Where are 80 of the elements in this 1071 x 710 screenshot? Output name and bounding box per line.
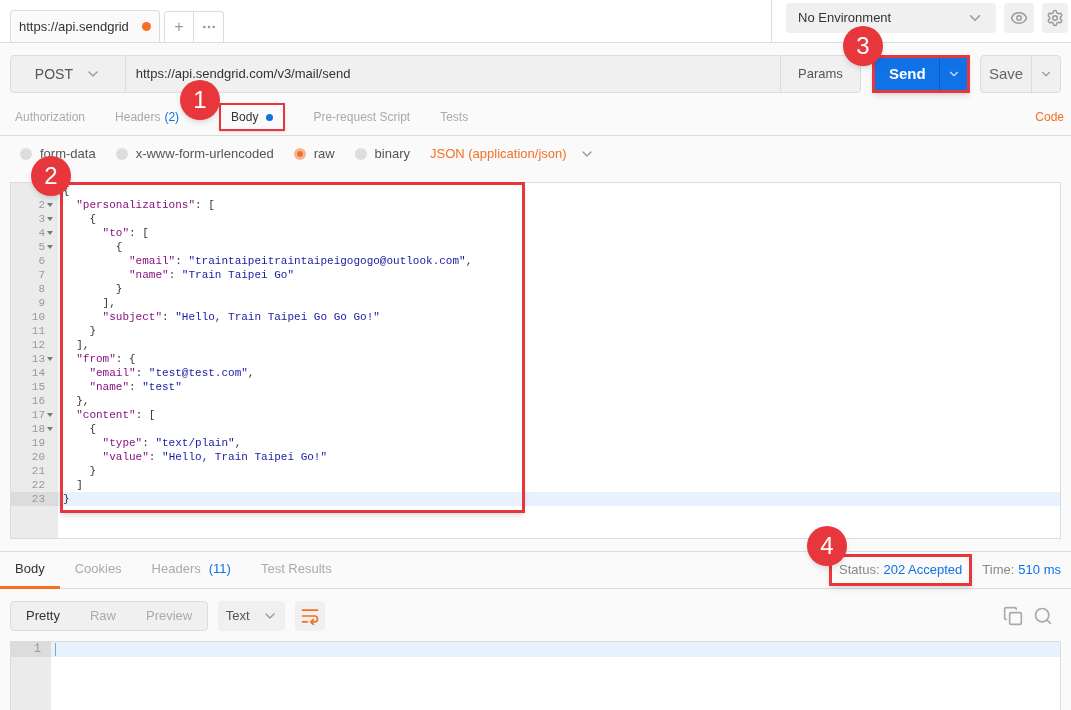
code-line: "personalizations": [ xyxy=(75,198,215,212)
content-type-dropdown[interactable]: JSON (application/json) xyxy=(430,144,595,164)
code-line: "subject": "Hello, Train Taipei Go Go Go!" xyxy=(101,310,380,324)
line-number: 12 xyxy=(31,338,45,352)
line-number: 16 xyxy=(31,394,45,408)
code-line: "to": [ xyxy=(101,226,149,240)
callout-badge: 1 xyxy=(180,80,220,120)
fold-caret-icon[interactable] xyxy=(46,245,53,249)
params-button[interactable]: Params xyxy=(779,55,862,93)
body-type-radio[interactable]: x-www-form-urlencoded xyxy=(115,144,274,164)
fold-caret-icon[interactable] xyxy=(46,231,53,235)
line-number: 7 xyxy=(38,268,45,282)
code-line: { xyxy=(88,422,96,436)
code-line: "content": [ xyxy=(75,408,156,422)
eye-icon[interactable] xyxy=(1004,3,1034,33)
line-number: 21 xyxy=(31,464,45,478)
line-number: 22 xyxy=(31,478,45,492)
section-tab[interactable]: Headers (2) xyxy=(113,103,182,131)
code-line: "value": "Hello, Train Taipei Go!" xyxy=(101,450,328,464)
line-number: 11 xyxy=(31,324,45,338)
code-link[interactable]: Code xyxy=(1035,108,1064,126)
code-line: ], xyxy=(75,338,90,352)
line-number: 14 xyxy=(31,366,45,380)
fold-caret-icon[interactable] xyxy=(46,427,53,431)
settings-icon[interactable] xyxy=(1042,3,1068,33)
code-line: "type": "text/plain", xyxy=(101,436,242,450)
line-number: 3 xyxy=(38,212,45,226)
section-tab[interactable]: Body xyxy=(219,103,286,131)
code-line: } xyxy=(88,464,96,478)
fold-caret-icon[interactable] xyxy=(46,217,53,221)
line-number: 23 xyxy=(31,492,45,506)
line-number: 10 xyxy=(31,310,45,324)
code-line: "name": "test" xyxy=(88,380,182,394)
body-type-radio[interactable]: binary xyxy=(354,144,410,164)
line-number: 4 xyxy=(38,226,45,240)
code-line: ], xyxy=(101,296,116,310)
code-line: } xyxy=(114,282,123,296)
line-number: 2 xyxy=(38,198,45,212)
text-cursor-icon xyxy=(55,643,56,656)
line-number: 19 xyxy=(31,436,45,450)
callout-badge: 4 xyxy=(807,526,847,566)
copy-icon[interactable] xyxy=(1003,606,1023,626)
request-tab[interactable]: https://api.sendgrid xyxy=(10,10,160,42)
code-line: ] xyxy=(75,478,83,492)
response-tab[interactable]: Body xyxy=(0,551,60,589)
time-value: 510 ms xyxy=(1018,561,1061,580)
body-type-radio[interactable]: form-data xyxy=(20,144,96,164)
fold-caret-icon[interactable] xyxy=(46,413,53,417)
format-dropdown[interactable]: Text xyxy=(218,601,286,631)
body-type-radio[interactable]: raw xyxy=(293,144,335,164)
fold-caret-icon[interactable] xyxy=(46,203,53,207)
code-line: }, xyxy=(75,394,90,408)
code-line: "email": "traintaipeitraintaipeigogogo@outlook.com", xyxy=(128,254,473,268)
line-number: 20 xyxy=(31,450,45,464)
code-line: { xyxy=(88,212,96,226)
code-line: "from": { xyxy=(75,352,136,366)
fold-caret-icon[interactable] xyxy=(46,357,53,361)
line-number: 6 xyxy=(38,254,45,268)
code-line: { xyxy=(114,240,123,254)
environment-dropdown[interactable]: No Environment xyxy=(786,3,996,33)
method-dropdown[interactable]: POST xyxy=(10,55,126,93)
line-number: 9 xyxy=(38,296,45,310)
code-line: } xyxy=(62,492,70,506)
view-mode-button[interactable]: Pretty xyxy=(11,602,75,630)
send-button[interactable]: Send xyxy=(875,58,940,90)
line-number: 8 xyxy=(38,282,45,296)
line-number: 5 xyxy=(38,240,45,254)
time-label: Time: xyxy=(982,561,1015,580)
code-line: "email": "test@test.com", xyxy=(88,366,255,380)
line-number: 1 xyxy=(11,642,51,657)
line-number: 17 xyxy=(31,408,45,422)
wrap-lines-icon[interactable] xyxy=(295,601,326,631)
line-number: 18 xyxy=(31,422,45,436)
line-number: 13 xyxy=(31,352,45,366)
response-tab[interactable]: Headers (11) xyxy=(136,551,246,589)
line-number: 15 xyxy=(31,380,45,394)
code-line: "name": "Train Taipei Go" xyxy=(128,268,295,282)
request-body-editor[interactable] xyxy=(10,182,1061,539)
code-line: } xyxy=(88,324,96,338)
search-icon[interactable] xyxy=(1033,606,1053,626)
